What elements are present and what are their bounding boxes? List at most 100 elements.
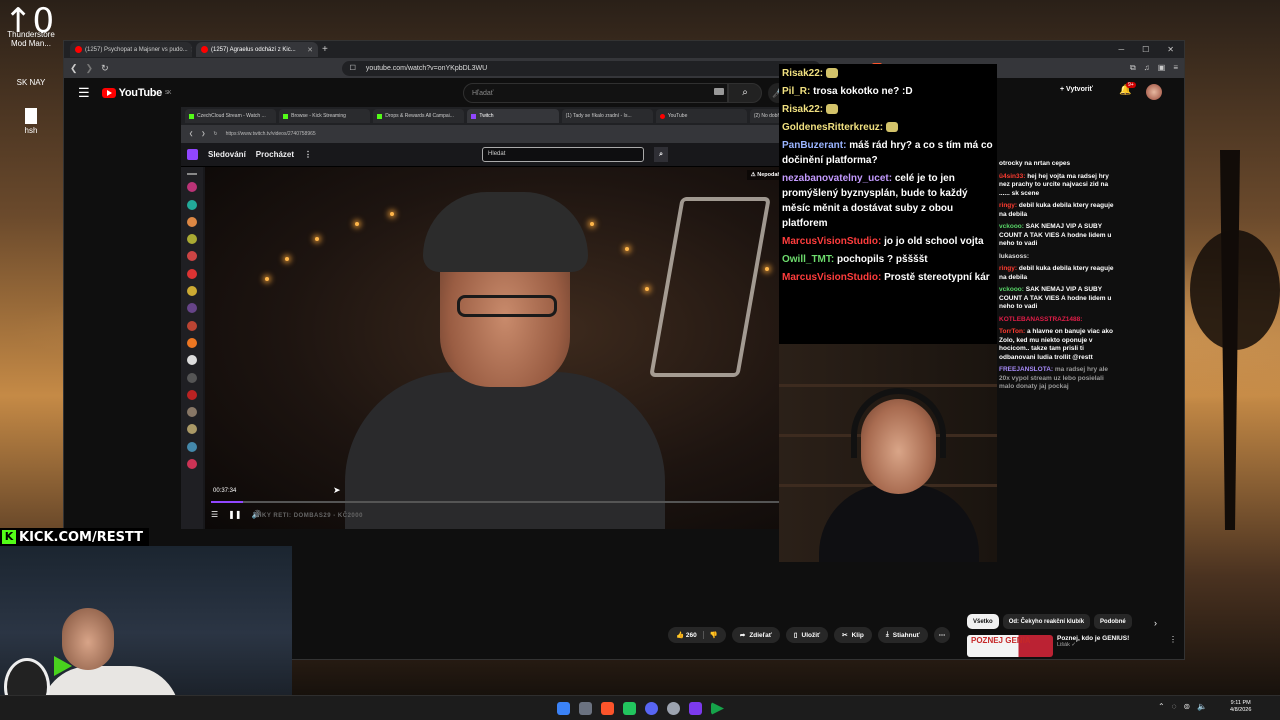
headphones (851, 388, 946, 458)
start-button-icon[interactable] (557, 702, 570, 715)
create-button[interactable]: + Vytvoriť (1060, 86, 1093, 93)
clip-button[interactable]: ✂ Klip (834, 627, 872, 643)
discord-icon[interactable] (645, 702, 658, 715)
speaker-icon[interactable]: 🔈 (1197, 702, 1207, 711)
obs-icon[interactable] (667, 702, 680, 715)
channel-avatar (187, 199, 197, 210)
youtube-action-bar: 👍 260 👎 ➦ Zdieľať ▯ Uložiť ✂ Klip ⤓ Stiahnuť… (668, 627, 951, 643)
chat-username: Pil_R: (782, 86, 811, 97)
media-icon[interactable]: ♫ (1144, 63, 1150, 73)
desktop-icon-hsh[interactable]: hsh (4, 108, 58, 135)
dislike-button[interactable]: 👎 (708, 631, 718, 639)
chip-related[interactable]: Podobné (1094, 614, 1132, 629)
save-button[interactable]: ▯ Uložiť (785, 627, 829, 643)
chat-message: Pil_R: trosa kokotko ne? :D (782, 84, 994, 99)
chip-all[interactable]: Všetko (967, 614, 999, 629)
clock-date: 4/8/2026 (1230, 707, 1252, 713)
kick-chat-message: TorrTon: a hlavne on banuje viac ako Zol… (999, 328, 1117, 362)
search-icon: ⌕ (742, 87, 748, 98)
recommended-thumbnail[interactable]: POZNEJ GENIA (967, 635, 1053, 657)
recommended-title[interactable]: Poznej, kdo je GENIUS! (1057, 635, 1129, 642)
twitch-followed-channels-sidebar (181, 167, 203, 529)
more-icon[interactable]: ⋮ (1169, 635, 1177, 659)
url-text: youtube.com/watch?v=onYKpbDL3WU (365, 64, 488, 72)
channel-avatar (187, 268, 197, 279)
youtube-video-player[interactable]: CzechCloud Stream - Watch ... Browse - K… (181, 107, 841, 529)
youtube-favicon-icon (201, 46, 208, 53)
kick-chat-username: ringy: (999, 265, 1018, 272)
chat-username: Risak22: (782, 68, 824, 79)
user-avatar[interactable] (1146, 84, 1162, 100)
download-button[interactable]: ⤓ Stiahnuť (877, 627, 928, 643)
window-controls: ─ ☐ ✕ (1118, 45, 1184, 54)
youtube-favicon-icon (75, 46, 82, 53)
kick-app-icon[interactable] (623, 702, 636, 715)
streamer-webcam (0, 546, 292, 720)
channel-avatar (187, 337, 197, 348)
desktop-icon-sk-nay[interactable]: SK NAY (4, 78, 58, 87)
reload-button[interactable]: ↻ (101, 63, 109, 74)
browser-tab-active[interactable]: (1257) Agraelus odchází z Kic... ✕ (196, 42, 318, 57)
like-dislike-group: 👍 260 👎 (668, 627, 726, 643)
close-tab-icon[interactable]: ✕ (191, 46, 192, 54)
keyboard-icon[interactable] (714, 88, 724, 95)
more-actions-button[interactable]: ⋯ (933, 627, 951, 643)
kick-favicon-icon (189, 113, 194, 119)
chat-text: Prostě stereotypní kár (884, 272, 990, 283)
youtube-logo[interactable]: YouTube SK (101, 87, 171, 99)
inner-tab: CzechCloud Stream - Watch ... (185, 109, 277, 123)
search-button[interactable]: ⌕ (728, 83, 762, 103)
channel-avatar (187, 234, 197, 245)
back-button[interactable]: ❮ (70, 63, 78, 74)
taskbar-clock[interactable]: 9:11 PM 4/8/2026 (1230, 700, 1251, 714)
twitch-app-icon[interactable] (689, 702, 702, 715)
new-tab-button[interactable]: + (322, 44, 328, 55)
maximize-button[interactable]: ☐ (1142, 45, 1149, 54)
channel-avatar (187, 182, 197, 193)
network-icon[interactable]: ◌ (1172, 702, 1177, 711)
chevron-right-icon[interactable]: › (1154, 618, 1157, 628)
forward-button[interactable]: ❯ (86, 63, 94, 74)
streamer-glasses (457, 295, 557, 317)
like-button[interactable]: 👍 260 (676, 631, 704, 639)
play-app-icon[interactable] (711, 702, 724, 715)
snip-tool-icon[interactable] (579, 702, 592, 715)
bookmark-icon[interactable]: ☐ (350, 64, 356, 72)
twitch-search-icon: ⌕ (654, 147, 669, 162)
address-bar[interactable]: ☐ youtube.com/watch?v=onYKpbDL3WU (341, 60, 821, 76)
chat-message: MarcusVisionStudio: Prostě stereotypní k… (782, 270, 994, 285)
string-light (355, 222, 359, 226)
channel-avatar (187, 372, 197, 383)
hamburger-menu-icon[interactable]: ☰ (78, 85, 90, 101)
channel-avatar (187, 459, 197, 470)
reactor-webcam (779, 344, 997, 562)
share-button[interactable]: ➦ Zdieľať (731, 627, 780, 643)
youtube-header: ☰ YouTube SK Hľadať ⌕ 🎤 + Vytvoriť 🔔 9+ (64, 79, 1184, 107)
browser-tab[interactable]: (1257) Psychopat a Majsner vs pudo...✕ (70, 42, 192, 57)
browser-menu-icon[interactable]: ≡ (1173, 63, 1178, 73)
screenshot-icon[interactable]: ▣ (1158, 63, 1166, 73)
browser-tabbar: (1257) Psychopat a Majsner vs pudo...✕ (… (64, 41, 1184, 58)
chat-message: PanBuzerant: máš rád hry? a co s tím má … (782, 138, 994, 168)
string-light (645, 287, 649, 291)
kick-chat-username: vckooo: (999, 286, 1024, 293)
close-window-button[interactable]: ✕ (1167, 45, 1174, 54)
streamer-cap (423, 192, 588, 272)
chevron-up-icon[interactable]: ⌃ (1158, 702, 1165, 711)
kick-chat-message: ü4sin33: hej hej vojta ma radsej hry nez… (999, 173, 1117, 199)
brave-browser-icon[interactable] (601, 702, 614, 715)
desktop-icon-thunderstore[interactable]: Thunderstore Mod Man... (4, 30, 58, 48)
close-tab-icon[interactable]: ✕ (307, 46, 313, 54)
minimize-button[interactable]: ─ (1118, 45, 1124, 54)
reactor-body (819, 484, 979, 562)
wifi-icon[interactable]: ⊚ (1183, 702, 1190, 711)
channel-avatar (187, 216, 197, 227)
chat-message: nezabanovatelny_ucet: celé je to jen pro… (782, 171, 994, 231)
chair (649, 197, 771, 377)
inner-tab: (1) Tady se říkalo zradní - Is... (561, 109, 653, 123)
recommended-video[interactable]: POZNEJ GENIA Poznej, kdo je GENIUS! Lišá… (967, 635, 1177, 659)
extensions-icon[interactable]: ⧉ (1130, 63, 1136, 73)
youtube-search-input[interactable]: Hľadať (463, 83, 728, 103)
channel-avatar (187, 424, 197, 435)
chip-from-channel[interactable]: Od: Čekyho reakční klubík (1002, 614, 1091, 629)
